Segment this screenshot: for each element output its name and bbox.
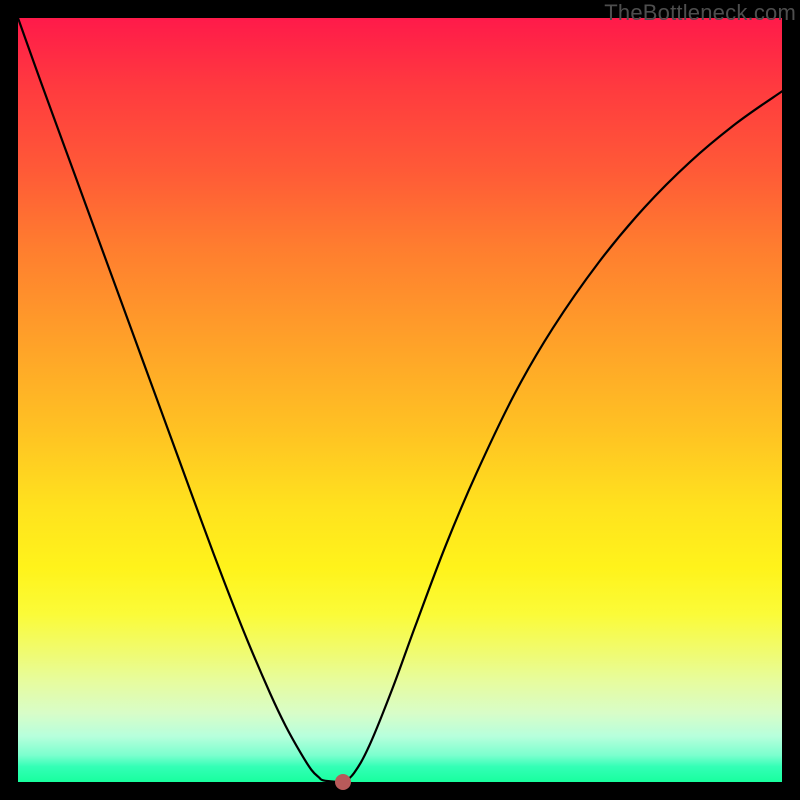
watermark-text: TheBottleneck.com	[604, 0, 796, 26]
minimum-marker-dot	[335, 774, 351, 790]
bottleneck-curve	[18, 18, 782, 782]
chart-stage: TheBottleneck.com	[0, 0, 800, 800]
plot-area	[18, 18, 782, 782]
